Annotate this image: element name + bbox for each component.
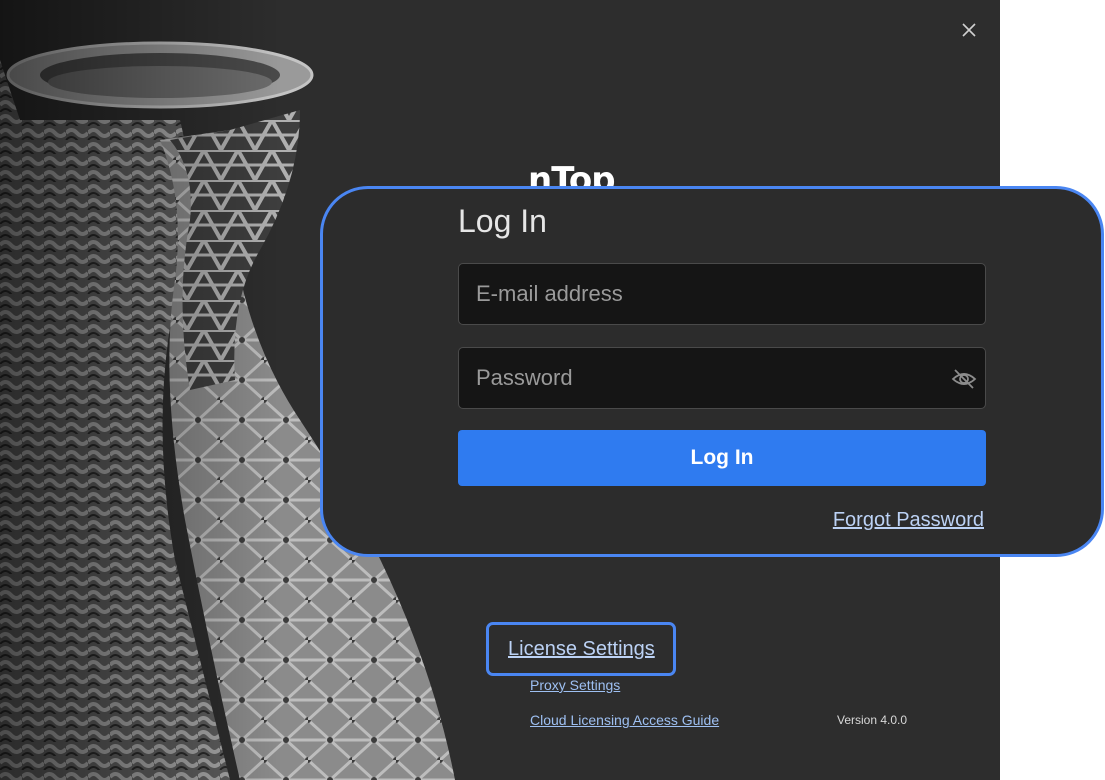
proxy-settings-link[interactable]: Proxy Settings: [530, 677, 620, 693]
forgot-password-link[interactable]: Forgot Password: [833, 509, 984, 532]
password-input[interactable]: [459, 348, 985, 408]
login-button[interactable]: Log In: [458, 430, 986, 486]
email-field-container: [458, 263, 986, 325]
eye-off-icon[interactable]: [951, 366, 977, 392]
license-settings-link[interactable]: License Settings: [508, 638, 655, 661]
version-label: Version 4.0.0: [837, 713, 908, 727]
close-icon[interactable]: [958, 19, 980, 41]
cloud-licensing-guide-link[interactable]: Cloud Licensing Access Guide: [530, 712, 719, 728]
login-panel: Log In Log In Forgot Password: [320, 186, 1104, 557]
login-title: Log In: [458, 203, 547, 239]
password-field-container: [458, 347, 986, 409]
email-input[interactable]: [459, 264, 985, 324]
